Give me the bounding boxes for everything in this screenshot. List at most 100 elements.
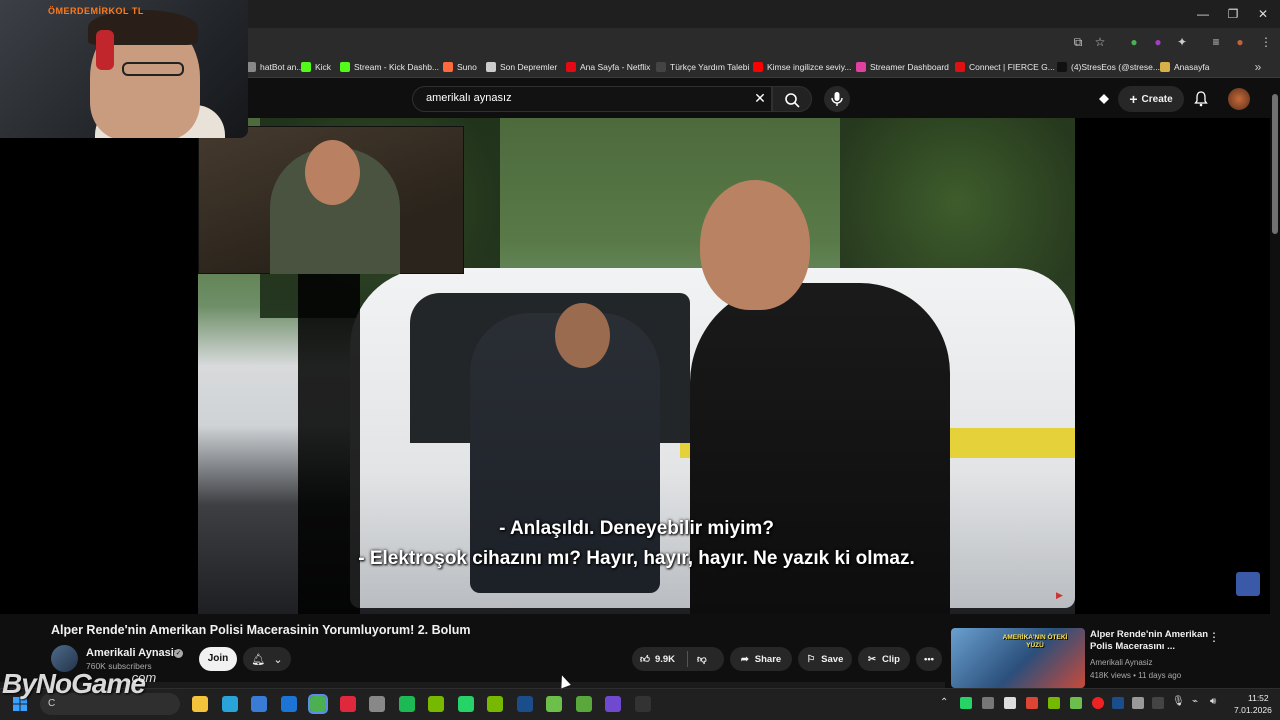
bookmark-item[interactable]: Son Depremler (486, 60, 557, 74)
tray-app-icon[interactable] (1132, 697, 1144, 709)
related-thumbnail-text: AMERİKA'NIN ÖTEKİ YÜZÜ (1002, 634, 1068, 649)
stream-watermark-suffix: .com (128, 670, 157, 685)
chrome-icon[interactable] (308, 694, 328, 714)
whatsapp-icon[interactable] (457, 696, 474, 712)
install-app-icon[interactable]: ⧉ (1070, 34, 1086, 50)
voice-search-button[interactable] (824, 86, 850, 112)
extensions-puzzle-icon[interactable]: ✦ (1174, 34, 1190, 50)
steam-icon[interactable] (516, 696, 533, 712)
close-window-button[interactable]: ✕ (1248, 4, 1278, 24)
bookmark-item[interactable]: Anasayfa (1160, 60, 1209, 74)
steam-tray-icon[interactable] (1112, 697, 1124, 709)
bookmark-favicon-icon (753, 62, 763, 72)
bookmark-label: Streamer Dashboard (870, 62, 949, 72)
volume-icon[interactable]: 🔊︎ (1210, 696, 1216, 707)
extension-icon[interactable]: ● (1126, 34, 1142, 50)
epic-icon[interactable] (634, 696, 651, 712)
bookmark-favicon-icon (856, 62, 866, 72)
edge-icon[interactable] (221, 696, 238, 712)
outlook-icon[interactable] (280, 696, 297, 712)
tray-app-icon[interactable] (1070, 697, 1082, 709)
bookmarks-overflow-icon[interactable]: » (1250, 59, 1266, 75)
create-button[interactable]: + Create (1118, 86, 1184, 112)
upload-shorts-icon[interactable] (1096, 91, 1112, 107)
tray-app-icon[interactable] (1026, 697, 1038, 709)
bookmark-item[interactable]: (4)StresEos (@strese... (1057, 60, 1160, 74)
subscription-bell-button[interactable]: 🔔︎ ⌄ (243, 647, 291, 671)
store-icon[interactable] (251, 696, 267, 712)
subtitle-line-2: - Elektroşok cihazını mı? Hayır, hayır, … (358, 548, 915, 569)
channel-branding-icon[interactable] (1236, 572, 1260, 596)
clip-button[interactable]: ✂ Clip (858, 647, 910, 671)
bookmark-item[interactable]: hatBot an... (246, 60, 303, 74)
thumbs-up-icon: 👍︎ (640, 654, 650, 665)
more-actions-button[interactable]: ••• (916, 647, 942, 671)
bookmark-favicon-icon (443, 62, 453, 72)
subtitle-line-1: - Anlaşıldı. Deneyebilir miyim? (499, 518, 774, 539)
channel-name[interactable]: Amerikali Aynasiz (86, 647, 179, 659)
bookmark-item[interactable]: Ana Sayfa - Netflix (566, 60, 650, 74)
clear-search-icon[interactable]: ✕ (752, 90, 768, 106)
bookmark-star-icon[interactable]: ☆ (1092, 34, 1108, 50)
minimize-button[interactable]: — (1188, 4, 1218, 24)
bookmark-item[interactable]: Connect | FIERCE G... (955, 60, 1055, 74)
bookmark-item[interactable]: Suno (443, 60, 477, 74)
join-button[interactable]: Join (199, 647, 237, 671)
search-button[interactable] (772, 86, 812, 112)
record-tray-icon[interactable] (1092, 697, 1104, 709)
related-video-channel[interactable]: Amerikali Aynasiz (1090, 658, 1153, 667)
nvidia-icon[interactable] (428, 696, 444, 712)
video-player[interactable]: - Anlaşıldı. Deneyebilir miyim? - Elektr… (0, 118, 1270, 614)
tray-app-icon[interactable] (1152, 697, 1164, 709)
file-explorer-icon[interactable] (192, 696, 208, 712)
app-icon[interactable] (369, 696, 385, 712)
related-video-meta: 418K views • 11 days ago (1090, 671, 1182, 680)
video-title: Alper Rende'nin Amerikan Polisi Macerasi… (51, 623, 471, 637)
dislike-button[interactable]: 👎︎ (697, 653, 707, 665)
network-icon[interactable]: ⌁ (1192, 696, 1198, 707)
save-button[interactable]: ⚐ Save (798, 647, 852, 671)
minecraft-icon[interactable] (575, 696, 592, 712)
tray-app-icon[interactable] (982, 697, 994, 709)
bookmark-label: Kimse ingilizce seviy... (767, 62, 852, 72)
bookmark-item[interactable]: Stream - Kick Dashb... (340, 60, 439, 74)
webcam-glasses (122, 62, 184, 76)
taskbar-clock-time[interactable]: 11:52 (1248, 693, 1269, 703)
maximize-button[interactable]: ❐ (1218, 4, 1248, 24)
video-scene-man-head (700, 180, 810, 310)
notifications-bell-icon[interactable] (1192, 90, 1210, 108)
bookmark-item[interactable]: Kick (301, 60, 331, 74)
spotify-icon[interactable] (398, 696, 415, 712)
bookmark-icon: ⚐ (806, 653, 816, 665)
tray-app-icon[interactable] (1004, 697, 1016, 709)
related-video-title[interactable]: Alper Rende'nin Amerikan Polis Macerasın… (1090, 629, 1210, 653)
opera-icon[interactable] (339, 696, 356, 712)
bookmark-item[interactable]: Türkçe Yardım Talebi (656, 60, 749, 74)
bookmark-label: Anasayfa (1174, 62, 1210, 72)
like-divider (687, 651, 688, 667)
taskbar-clock-date[interactable]: 7.01.2026 (1234, 705, 1272, 715)
browser-menu-icon[interactable]: ⋮ (1258, 34, 1274, 50)
share-button[interactable]: ➦ Share (730, 647, 792, 671)
bookmark-item[interactable]: Kimse ingilizce seviy... (753, 60, 851, 74)
nvidia-tray-icon[interactable] (1048, 697, 1060, 709)
bookmark-item[interactable]: Streamer Dashboard (856, 60, 949, 74)
search-query-text: amerikalı aynasız (426, 92, 512, 104)
scrollbar-thumb[interactable] (1272, 94, 1278, 234)
share-arrow-icon: ➦ (740, 653, 749, 665)
bookmark-favicon-icon (955, 62, 965, 72)
xbox-icon[interactable] (546, 696, 562, 712)
account-avatar[interactable] (1228, 88, 1250, 110)
like-button[interactable]: 👍︎ 9.9K (640, 653, 675, 666)
obs-icon[interactable] (605, 696, 621, 712)
streamer-webcam: ÖMERDEMİRKOL TL (0, 0, 248, 138)
reading-list-icon[interactable]: ≡ (1208, 34, 1224, 50)
extension-icon[interactable]: ● (1150, 34, 1166, 50)
related-more-icon[interactable]: ⋮ (1208, 630, 1220, 644)
geforce-icon[interactable] (487, 696, 503, 712)
tray-overflow-icon[interactable]: ⌃ (940, 697, 948, 708)
whatsapp-tray-icon[interactable] (960, 697, 972, 709)
profile-avatar-icon[interactable]: ● (1232, 34, 1248, 50)
verified-badge-icon: ✓ (174, 649, 183, 658)
microphone-tray-icon[interactable]: 🎙︎ (1172, 696, 1185, 707)
